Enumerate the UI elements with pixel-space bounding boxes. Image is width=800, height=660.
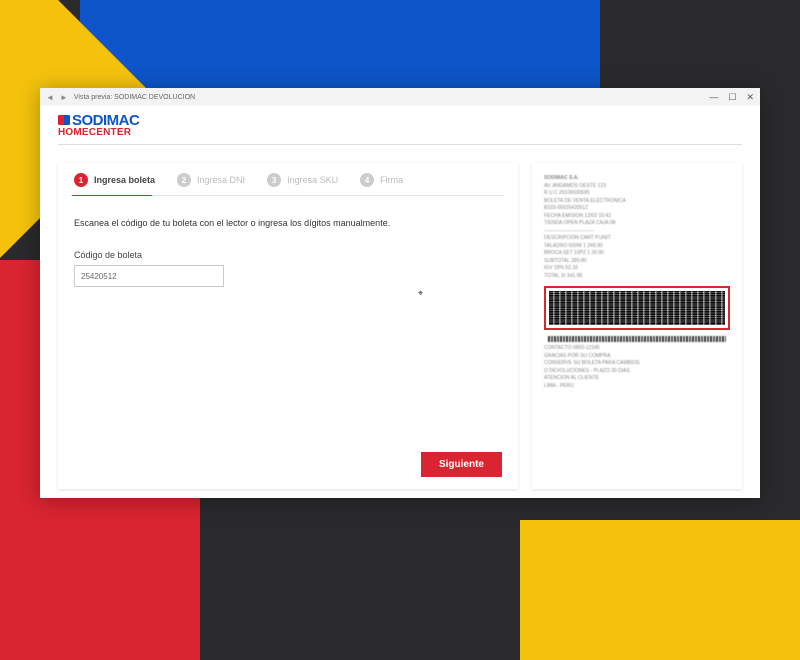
step-label: Firma xyxy=(380,175,403,185)
step-number: 2 xyxy=(177,173,191,187)
minimize-button[interactable]: — xyxy=(709,92,718,102)
instruction-text: Escanea el código de tu boleta con el le… xyxy=(74,218,502,228)
brand-icon xyxy=(58,115,70,125)
step-ingresa-dni[interactable]: 2 Ingresa DNI xyxy=(177,173,245,187)
brand-logo: SODIMAC HOMECENTER xyxy=(40,106,760,140)
step-number: 3 xyxy=(267,173,281,187)
receipt-bottom-lines: CONTACTO 0800-12345GRACIAS POR SU COMPRA… xyxy=(544,336,730,390)
receipt-barcode-region xyxy=(544,286,730,330)
step-label: Ingresa DNI xyxy=(197,175,245,185)
window-title: Vista previa: SODIMAC DEVOLUCION xyxy=(74,94,195,101)
titlebar: ◄ ► Vista previa: SODIMAC DEVOLUCION — ☐… xyxy=(40,88,760,106)
receipt-line: BROCA SET 10PZ 1 39.90 xyxy=(544,250,730,258)
receipt-line: BOLETA DE VENTA ELECTRONICA xyxy=(544,198,730,206)
receipt-header: SODIMAC S.A. xyxy=(544,175,730,183)
receipt-line: R.U.C 20100030595 xyxy=(544,190,730,198)
receipt-line: CONTACTO 0800-12345 xyxy=(544,345,730,353)
step-label: Ingresa SKU xyxy=(287,175,338,185)
brand-line2: HOMECENTER xyxy=(58,127,742,138)
receipt-preview: SODIMAC S.A. AV. ANGAMOS OESTE 123R.U.C … xyxy=(532,163,742,489)
boleta-code-input[interactable] xyxy=(74,265,224,287)
receipt-line: B103-00025420512 xyxy=(544,205,730,213)
receipt-line: TOTAL S/ 341.96 xyxy=(544,273,730,281)
receipt-line: IGV 18% 52.16 xyxy=(544,265,730,273)
receipt-line: ------------------------------ xyxy=(544,228,730,236)
close-button[interactable]: ✕ xyxy=(746,92,754,103)
receipt-line: TALADRO 600W 1 249.90 xyxy=(544,243,730,251)
nav-forward-icon[interactable]: ► xyxy=(60,93,68,102)
maximize-button[interactable]: ☐ xyxy=(728,92,736,103)
next-button[interactable]: Siguiente xyxy=(421,452,502,477)
receipt-line: TIENDA OPEN PLAZA CAJA 08 xyxy=(544,220,730,228)
step-ingresa-boleta[interactable]: 1 Ingresa boleta xyxy=(74,173,155,187)
pdf417-barcode xyxy=(549,291,725,325)
wizard-card: 1 Ingresa boleta 2 Ingresa DNI 3 Ingresa… xyxy=(58,163,518,489)
step-ingresa-sku[interactable]: 3 Ingresa SKU xyxy=(267,173,338,187)
receipt-line: DESCRIPCION CANT P.UNIT xyxy=(544,235,730,243)
receipt-line: CONSERVE SU BOLETA PARA CAMBIOS xyxy=(544,360,730,368)
receipt-line: AV. ANGAMOS OESTE 123 xyxy=(544,183,730,191)
receipt-line: FECHA EMISION 12/03 15:42 xyxy=(544,213,730,221)
step-label: Ingresa boleta xyxy=(94,175,155,185)
receipt-line: LIMA - PERU xyxy=(544,383,730,391)
cursor-icon: ⌖ xyxy=(418,288,423,299)
receipt-line: SUBTOTAL 289.80 xyxy=(544,258,730,266)
receipt-line: GRACIAS POR SU COMPRA xyxy=(544,353,730,361)
receipt-line: O DEVOLUCIONES - PLAZO 30 DIAS xyxy=(544,368,730,376)
field-label: Código de boleta xyxy=(74,250,502,260)
step-number: 1 xyxy=(74,173,88,187)
nav-back-icon[interactable]: ◄ xyxy=(46,93,54,102)
step-number: 4 xyxy=(360,173,374,187)
receipt-top-lines: AV. ANGAMOS OESTE 123R.U.C 20100030595 B… xyxy=(544,183,730,281)
app-window: ◄ ► Vista previa: SODIMAC DEVOLUCION — ☐… xyxy=(40,88,760,498)
receipt-line: ATENCION AL CLIENTE xyxy=(544,375,730,383)
stepper: 1 Ingresa boleta 2 Ingresa DNI 3 Ingresa… xyxy=(74,173,502,195)
step-firma[interactable]: 4 Firma xyxy=(360,173,403,187)
